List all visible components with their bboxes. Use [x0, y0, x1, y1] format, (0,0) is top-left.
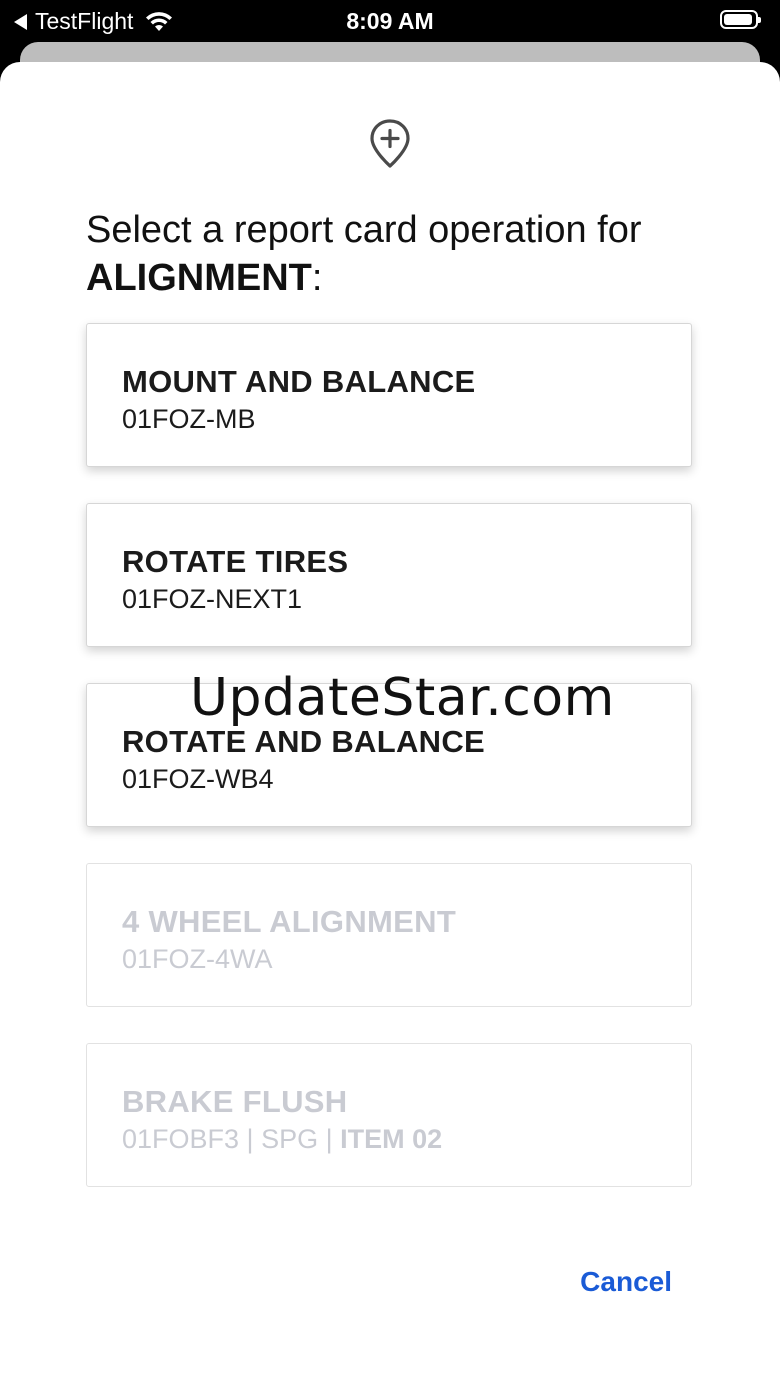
operation-name: 4 WHEEL ALIGNMENT — [122, 904, 457, 939]
clock: 8:09 AM — [346, 8, 434, 34]
operation-card-4-wheel-alignment: 4 WHEEL ALIGNMENT 01FOZ-4WA — [86, 863, 692, 1007]
operation-name: ROTATE AND BALANCE — [122, 724, 486, 759]
battery-icon — [720, 10, 761, 29]
operation-card-brake-flush: BRAKE FLUSH 01FOBF3 | SPG | ITEM 02 — [86, 1043, 692, 1187]
operation-code: 01FOZ-NEXT1 — [122, 584, 303, 614]
operation-name: MOUNT AND BALANCE — [122, 364, 476, 399]
prompt-subject: ALIGNMENT — [86, 257, 312, 299]
operation-code: 01FOZ-WB4 — [122, 764, 274, 794]
operation-code: 01FOZ-4WA — [122, 944, 273, 974]
prompt-title: Select a report card operation for ALIGN… — [86, 209, 642, 299]
operation-code: 01FOZ-MB — [122, 404, 256, 434]
operation-card-mount-and-balance[interactable]: MOUNT AND BALANCE 01FOZ-MB — [86, 323, 692, 467]
location-pin-plus-icon — [370, 119, 410, 168]
watermark: UpdateStar.com — [190, 668, 615, 728]
operation-code: 01FOBF3 | SPG | ITEM 02 — [122, 1124, 443, 1154]
operation-card-rotate-tires[interactable]: ROTATE TIRES 01FOZ-NEXT1 — [86, 503, 692, 647]
operation-name: ROTATE TIRES — [122, 544, 349, 579]
cancel-button[interactable]: Cancel — [580, 1266, 672, 1298]
status-bar: TestFlight 8:09 AM — [0, 0, 780, 44]
operation-name: BRAKE FLUSH — [122, 1084, 348, 1119]
